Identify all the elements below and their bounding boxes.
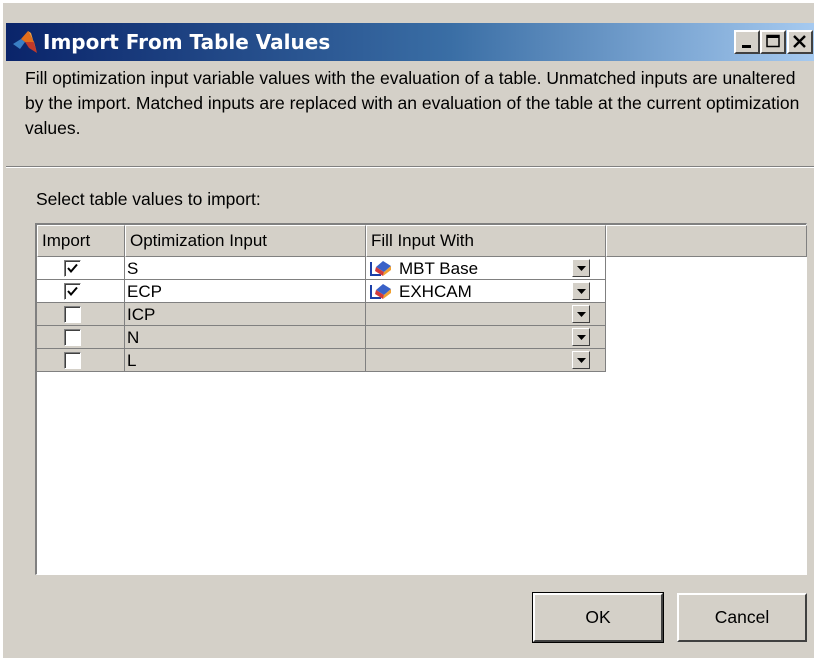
matlab-logo-icon [13, 31, 37, 53]
import-cell[interactable] [37, 349, 125, 372]
table-row: L [37, 349, 606, 372]
import-checkbox[interactable] [64, 260, 81, 277]
title-bar[interactable]: Import From Table Values [6, 23, 814, 61]
optimization-input-cell: ICP [125, 303, 366, 326]
table-row: N [37, 326, 606, 349]
dropdown-button[interactable] [572, 351, 590, 369]
select-label: Select table values to import: [36, 189, 261, 209]
optimization-input-cell: ECP [125, 280, 366, 303]
import-checkbox[interactable] [64, 306, 81, 323]
dropdown-button[interactable] [572, 259, 590, 277]
close-button[interactable] [787, 30, 813, 54]
description-text: Fill optimization input variable values … [25, 68, 800, 138]
import-cell[interactable] [37, 303, 125, 326]
import-table[interactable]: Import Optimization Input Fill Input Wit… [35, 223, 807, 575]
optimization-input-cell: L [125, 349, 366, 372]
minimize-button[interactable] [734, 30, 760, 54]
checkmark-icon [67, 286, 78, 297]
import-checkbox[interactable] [64, 329, 81, 346]
dropdown-button[interactable] [572, 328, 590, 346]
header-fill-input-with[interactable]: Fill Input With [366, 225, 606, 257]
header-import[interactable]: Import [37, 225, 125, 257]
chevron-down-icon [577, 289, 586, 294]
fill-input-dropdown[interactable]: EXHCAM [366, 280, 606, 303]
maximize-icon [766, 34, 780, 48]
checkmark-icon [67, 263, 78, 274]
fill-input-dropdown[interactable] [366, 349, 606, 372]
table-icon [370, 284, 391, 299]
cancel-button[interactable]: Cancel [677, 593, 807, 642]
close-icon [793, 35, 806, 48]
fill-input-dropdown[interactable] [366, 326, 606, 349]
header-optimization-input[interactable]: Optimization Input [125, 225, 366, 257]
import-checkbox[interactable] [64, 283, 81, 300]
separator [6, 166, 814, 168]
dropdown-button[interactable] [572, 305, 590, 323]
fill-value: MBT Base [399, 259, 479, 278]
import-cell[interactable] [37, 280, 125, 303]
import-checkbox[interactable] [64, 352, 81, 369]
chevron-down-icon [577, 312, 586, 317]
chevron-down-icon [577, 266, 586, 271]
dropdown-button[interactable] [572, 282, 590, 300]
table-row: ICP [37, 303, 606, 326]
table-row: ECP EXHCAM [37, 280, 606, 303]
import-dialog: Import From Table Values Fill optimizati… [0, 0, 814, 658]
chevron-down-icon [577, 358, 586, 363]
table-row: S MBT Base [37, 257, 606, 280]
optimization-input-cell: S [125, 257, 366, 280]
import-cell[interactable] [37, 326, 125, 349]
import-cell[interactable] [37, 257, 125, 280]
fill-value: EXHCAM [399, 282, 472, 301]
table-icon [370, 261, 391, 276]
ok-button[interactable]: OK [532, 592, 664, 643]
header-empty [606, 225, 807, 257]
optimization-input-cell: N [125, 326, 366, 349]
fill-input-dropdown[interactable] [366, 303, 606, 326]
minimize-icon [742, 45, 751, 48]
fill-input-dropdown[interactable]: MBT Base [366, 257, 606, 280]
window-title: Import From Table Values [43, 30, 331, 54]
maximize-button[interactable] [760, 30, 786, 54]
chevron-down-icon [577, 335, 586, 340]
